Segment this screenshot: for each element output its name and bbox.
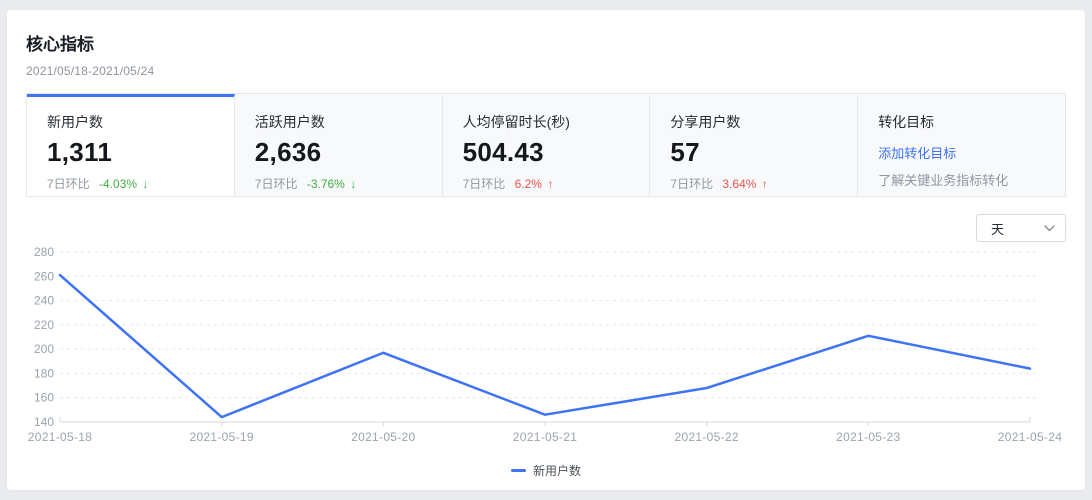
- chart-toolbar: 天: [26, 214, 1066, 242]
- change-percent: -3.76%: [306, 177, 345, 191]
- metric-tabs-row: 新用户数 1,311 7日环比 -4.03% ↓ 活跃用户数 2,636 7日环…: [26, 93, 1066, 197]
- svg-text:2021-05-23: 2021-05-23: [836, 430, 900, 444]
- line-chart: 280 260 240 220 200 180 160 140 2021-05-18 2021-0…: [26, 245, 1066, 454]
- goal-description: 了解关键业务指标转化: [878, 173, 1009, 188]
- svg-text:140: 140: [34, 415, 54, 429]
- svg-text:240: 240: [34, 294, 54, 308]
- svg-text:280: 280: [34, 245, 54, 259]
- trend-up-icon: ↑: [547, 177, 554, 191]
- metric-trend: 7日环比 3.64% ↑: [670, 175, 837, 192]
- svg-text:180: 180: [34, 366, 54, 380]
- conversion-goal-card: 转化目标 添加转化目标 了解关键业务指标转化: [858, 94, 1065, 196]
- change-percent: 3.64%: [722, 177, 757, 191]
- metric-trend: 7日环比 -4.03% ↓: [47, 175, 214, 192]
- svg-text:2021-05-24: 2021-05-24: [998, 430, 1062, 444]
- metric-value: 1,311: [47, 137, 113, 167]
- granularity-select[interactable]: 天: [976, 214, 1066, 242]
- change-percent: 6.2%: [514, 177, 542, 191]
- metric-value: 57: [670, 137, 700, 167]
- change-percent: -4.03%: [99, 177, 138, 191]
- core-metrics-panel: 核心指标 2021/05/18-2021/05/24 新用户数 1,311 7日…: [7, 10, 1085, 490]
- metric-value: 504.43: [462, 137, 544, 167]
- metric-label: 分享用户数: [670, 114, 741, 130]
- svg-text:220: 220: [34, 318, 54, 332]
- svg-text:2021-05-22: 2021-05-22: [674, 430, 738, 444]
- line-chart-canvas: 280 260 240 220 200 180 160 1402021-05-18 2021-0…: [28, 245, 1062, 444]
- compare-period-label: 7日环比: [670, 177, 714, 191]
- metric-trend: 7日环比 6.2% ↑: [463, 175, 630, 192]
- metric-tab-active-users[interactable]: 活跃用户数 2,636 7日环比 -3.76% ↓: [234, 94, 443, 196]
- metric-tab-share-users[interactable]: 分享用户数 57 7日环比 3.64% ↑: [650, 94, 859, 196]
- compare-period-label: 7日环比: [47, 177, 90, 191]
- date-range-label: 2021/05/18-2021/05/24: [26, 64, 155, 78]
- metric-tab-avg-stay-duration[interactable]: 人均停留时长(秒) 504.43 7日环比 6.2% ↑: [442, 94, 651, 196]
- legend-line-marker-icon: [510, 469, 526, 472]
- svg-text:260: 260: [34, 269, 54, 283]
- metric-trend: 7日环比 -3.76% ↓: [255, 175, 422, 192]
- trend-up-icon: ↑: [761, 177, 768, 191]
- trend-down-icon: ↓: [350, 177, 357, 191]
- metric-tab-new-users[interactable]: 新用户数 1,311 7日环比 -4.03% ↓: [27, 94, 235, 196]
- compare-period-label: 7日环比: [254, 177, 298, 191]
- metric-label: 活跃用户数: [254, 114, 325, 130]
- svg-text:2021-05-21: 2021-05-21: [513, 430, 577, 444]
- svg-text:2021-05-19: 2021-05-19: [189, 430, 253, 444]
- granularity-value: 天: [991, 221, 1005, 237]
- svg-text:2021-05-18: 2021-05-18: [28, 430, 92, 444]
- compare-period-label: 7日环比: [462, 177, 506, 191]
- metric-label: 人均停留时长(秒): [462, 114, 570, 130]
- metric-value: 2,636: [254, 137, 322, 167]
- chevron-down-icon: [1044, 224, 1055, 231]
- legend-label: 新用户数: [532, 464, 581, 478]
- svg-text:2021-05-20: 2021-05-20: [351, 430, 415, 444]
- svg-text:160: 160: [34, 391, 54, 405]
- metric-label: 新用户数: [47, 114, 103, 130]
- trend-down-icon: ↓: [142, 177, 149, 191]
- add-conversion-goal-link[interactable]: 添加转化目标: [878, 143, 1045, 162]
- legend-item-new-users[interactable]: 新用户数: [510, 462, 581, 479]
- chart-legend: 新用户数: [26, 462, 1066, 479]
- svg-text:200: 200: [34, 342, 54, 356]
- page-title: 核心指标: [26, 35, 94, 54]
- goal-title: 转化目标: [878, 114, 935, 130]
